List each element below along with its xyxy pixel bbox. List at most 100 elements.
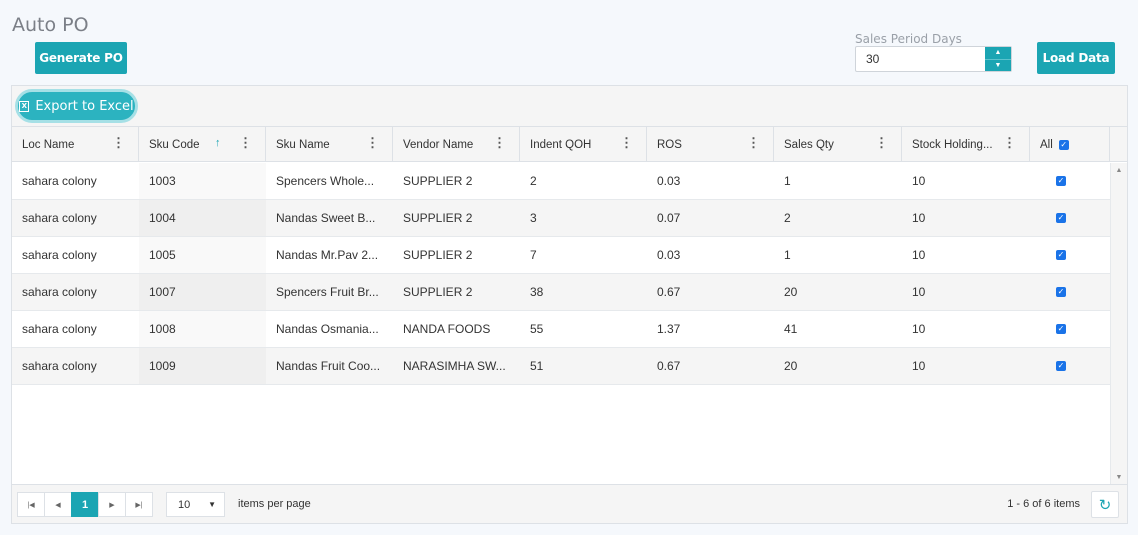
column-menu-icon[interactable]: ⋮ bbox=[1003, 135, 1016, 151]
prev-page-button[interactable]: ◀ bbox=[44, 492, 72, 517]
table-row[interactable]: sahara colony 1007 Spencers Fruit Br... SUP… bbox=[12, 274, 1110, 311]
cell-loc-name: sahara colony bbox=[22, 359, 97, 373]
cell-ros: 0.03 bbox=[657, 248, 681, 262]
column-menu-icon[interactable]: ⋮ bbox=[747, 135, 760, 151]
cell-sales-qty: 2 bbox=[784, 211, 791, 225]
cell-vendor-name: SUPPLIER 2 bbox=[403, 174, 473, 188]
column-label: Loc Name bbox=[22, 138, 75, 151]
cell-vendor-name: SUPPLIER 2 bbox=[403, 248, 473, 262]
scroll-up-icon[interactable]: ▲ bbox=[1111, 167, 1127, 174]
first-page-button[interactable]: |◀ bbox=[17, 492, 45, 517]
load-data-button[interactable]: Load Data bbox=[1037, 42, 1115, 74]
table-row[interactable]: sahara colony 1005 Nandas Mr.Pav 2... SUPPL… bbox=[12, 237, 1110, 274]
column-menu-icon[interactable]: ⋮ bbox=[112, 135, 125, 151]
increment-arrow-icon[interactable]: ▲ bbox=[985, 47, 1011, 60]
scroll-down-icon[interactable]: ▼ bbox=[1111, 474, 1127, 481]
generate-po-button[interactable]: Generate PO bbox=[35, 42, 127, 74]
cell-sales-qty: 20 bbox=[784, 285, 798, 299]
cell-sales-qty: 1 bbox=[784, 248, 791, 262]
table-row[interactable]: sahara colony 1008 Nandas Osmania... NANDA … bbox=[12, 311, 1110, 348]
column-label: All bbox=[1040, 138, 1053, 151]
items-per-page-label: items per page bbox=[238, 498, 311, 510]
cell-indent-qoh: 3 bbox=[530, 211, 537, 225]
page-number-button[interactable]: 1 bbox=[71, 492, 99, 517]
last-page-button[interactable]: ▶| bbox=[125, 492, 153, 517]
cell-loc-name: sahara colony bbox=[22, 285, 97, 299]
cell-sku-code: 1005 bbox=[139, 237, 266, 273]
cell-indent-qoh: 51 bbox=[530, 359, 544, 373]
sales-period-input[interactable] bbox=[866, 52, 976, 66]
cell-sku-code: 1003 bbox=[139, 163, 266, 199]
cell-ros: 0.07 bbox=[657, 211, 681, 225]
column-label: ROS bbox=[657, 138, 682, 151]
grid-toolbar: X Export to Excel bbox=[12, 86, 1127, 127]
cell-sku-name: Nandas Osmania... bbox=[276, 322, 379, 336]
cell-select: ✓ bbox=[1030, 200, 1110, 236]
table-row[interactable]: sahara colony 1009 Nandas Fruit Coo... NARA… bbox=[12, 348, 1110, 385]
row-select-checkbox[interactable]: ✓ bbox=[1056, 176, 1066, 186]
column-label: Stock Holding... bbox=[912, 138, 993, 151]
cell-loc-name: sahara colony bbox=[22, 248, 97, 262]
column-label: Sales Qty bbox=[784, 138, 834, 151]
page-size-select[interactable]: 10 ▼ bbox=[166, 492, 225, 517]
column-menu-icon[interactable]: ⋮ bbox=[875, 135, 888, 151]
cell-select: ✓ bbox=[1030, 311, 1110, 347]
cell-indent-qoh: 2 bbox=[530, 174, 537, 188]
column-header-stock-holding[interactable]: Stock Holding... ⋮ bbox=[902, 127, 1030, 162]
table-row[interactable]: sahara colony 1004 Nandas Sweet B... SUPPLI… bbox=[12, 200, 1110, 237]
column-label: Sku Code bbox=[149, 138, 200, 151]
cell-loc-name: sahara colony bbox=[22, 174, 97, 188]
cell-sku-code: 1007 bbox=[139, 274, 266, 310]
cell-sku-code: 1009 bbox=[139, 348, 266, 384]
export-to-excel-button[interactable]: X Export to Excel bbox=[15, 89, 138, 123]
cell-sku-name: Spencers Whole... bbox=[276, 174, 375, 188]
cell-ros: 0.03 bbox=[657, 174, 681, 188]
column-label: Sku Name bbox=[276, 138, 330, 151]
cell-sku-name: Spencers Fruit Br... bbox=[276, 285, 379, 299]
grid-pager: |◀ ◀ 1 ▶ ▶| 10 ▼ items per page 1 - 6 of… bbox=[12, 484, 1127, 523]
column-menu-icon[interactable]: ⋮ bbox=[366, 135, 379, 151]
column-menu-icon[interactable]: ⋮ bbox=[493, 135, 506, 151]
column-header-vendor-name[interactable]: Vendor Name ⋮ bbox=[393, 127, 520, 162]
select-all-checkbox[interactable]: ✓ bbox=[1058, 139, 1069, 150]
cell-ros: 0.67 bbox=[657, 285, 681, 299]
cell-sku-name: Nandas Sweet B... bbox=[276, 211, 376, 225]
cell-sku-name: Nandas Mr.Pav 2... bbox=[276, 248, 379, 262]
row-select-checkbox[interactable]: ✓ bbox=[1056, 287, 1066, 297]
page-size-value: 10 bbox=[178, 498, 191, 511]
cell-sku-name: Nandas Fruit Coo... bbox=[276, 359, 381, 373]
cell-loc-name: sahara colony bbox=[22, 322, 97, 336]
cell-stock-holding: 10 bbox=[912, 359, 926, 373]
column-label: Indent QOH bbox=[530, 138, 592, 151]
table-row[interactable]: sahara colony 1003 Spencers Whole... SUPPLI… bbox=[12, 163, 1110, 200]
column-header-sales-qty[interactable]: Sales Qty ⋮ bbox=[774, 127, 902, 162]
cell-vendor-name: NARASIMHA SW... bbox=[403, 359, 506, 373]
column-header-all: All ✓ bbox=[1030, 127, 1110, 162]
next-page-button[interactable]: ▶ bbox=[98, 492, 126, 517]
row-select-checkbox[interactable]: ✓ bbox=[1056, 250, 1066, 260]
row-select-checkbox[interactable]: ✓ bbox=[1056, 324, 1066, 334]
item-count: 1 - 6 of 6 items bbox=[1007, 498, 1080, 510]
column-menu-icon[interactable]: ⋮ bbox=[239, 135, 252, 151]
column-header-loc-name[interactable]: Loc Name ⋮ bbox=[12, 127, 139, 162]
cell-sales-qty: 1 bbox=[784, 174, 791, 188]
vertical-scrollbar[interactable]: ▲ ▼ bbox=[1110, 163, 1127, 485]
column-header-sku-name[interactable]: Sku Name ⋮ bbox=[266, 127, 393, 162]
cell-sales-qty: 41 bbox=[784, 322, 798, 336]
cell-ros: 1.37 bbox=[657, 322, 681, 336]
column-header-sku-code[interactable]: Sku Code ↑ ⋮ bbox=[139, 127, 266, 162]
cell-stock-holding: 10 bbox=[912, 322, 926, 336]
row-select-checkbox[interactable]: ✓ bbox=[1056, 213, 1066, 223]
cell-select: ✓ bbox=[1030, 163, 1110, 199]
column-header-ros[interactable]: ROS ⋮ bbox=[647, 127, 774, 162]
cell-ros: 0.67 bbox=[657, 359, 681, 373]
row-select-checkbox[interactable]: ✓ bbox=[1056, 361, 1066, 371]
column-menu-icon[interactable]: ⋮ bbox=[620, 135, 633, 151]
cell-indent-qoh: 38 bbox=[530, 285, 544, 299]
refresh-icon: ↻ bbox=[1098, 496, 1112, 514]
cell-stock-holding: 10 bbox=[912, 285, 926, 299]
column-header-indent-qoh[interactable]: Indent QOH ⋮ bbox=[520, 127, 647, 162]
cell-sku-code: 1004 bbox=[139, 200, 266, 236]
refresh-button[interactable]: ↻ bbox=[1091, 491, 1119, 518]
decrement-arrow-icon[interactable]: ▼ bbox=[985, 60, 1011, 72]
